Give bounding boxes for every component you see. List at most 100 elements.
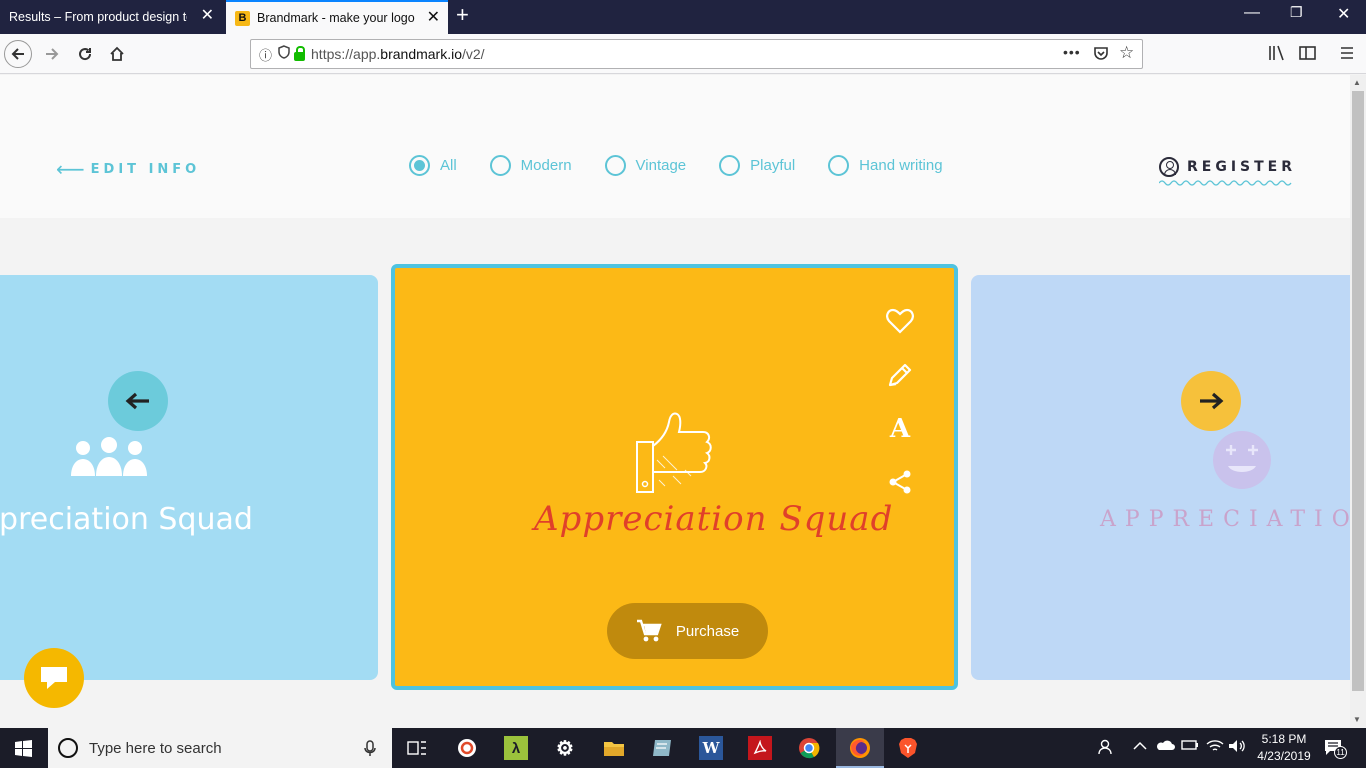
current-logo-text: Appreciation Squad [534,499,894,539]
people-group-icon [71,437,147,476]
back-icon[interactable] [4,40,32,68]
next-logo-button[interactable] [1181,371,1241,431]
filter-hand-writing[interactable]: Hand writing [828,155,943,176]
edit-info-label: EDIT INFO [90,161,201,177]
lambda-app-icon[interactable]: λ [504,736,528,760]
close-tab-icon[interactable]: ✕ [427,9,440,27]
style-filters: All Modern Vintage Playful Hand writing [409,155,976,176]
filter-playful[interactable]: Playful [719,155,795,176]
share-icon[interactable] [884,466,916,498]
scroll-down-icon[interactable]: ▼ [1353,715,1361,724]
cart-icon [636,619,662,642]
volume-icon[interactable] [1228,739,1246,756]
tab-brandmark[interactable]: B Brandmark - make your logo in ✕ [226,0,448,34]
window-close-icon[interactable]: ✕ [1337,4,1350,24]
logo-card-previous[interactable] [0,275,378,680]
menu-icon[interactable] [1339,45,1355,66]
radio[interactable] [828,155,850,176]
arrow-right-icon [1200,392,1224,410]
file-explorer-icon[interactable] [602,736,626,760]
thumbs-up-icon [636,412,712,493]
filter-label: Playful [750,157,796,174]
home-icon[interactable] [103,40,131,68]
pencil-icon[interactable] [884,359,916,391]
next-logo-text: APPRECIATION SQU [1100,507,1350,532]
search-placeholder: Type here to search [89,739,222,757]
notes-app-icon[interactable] [650,736,674,760]
radio[interactable] [489,155,511,176]
font-icon[interactable]: A [884,413,916,445]
wifi-icon[interactable] [1206,739,1224,756]
browser-tabbar: Results – From product design to d ✕ B B… [0,0,1366,34]
new-tab-icon[interactable]: + [456,2,469,28]
sidebar-icon[interactable] [1299,45,1317,66]
minimize-icon[interactable]: — [1244,4,1260,22]
brandmark-page: ⟵ EDIT INFO All Modern Vintage Playful H… [0,75,1350,727]
pocket-icon[interactable] [1093,46,1109,66]
acrobat-icon[interactable] [748,736,772,760]
register-link[interactable]: REGISTER [1159,157,1296,177]
radio[interactable] [719,155,741,176]
lock-icon [294,45,306,61]
chrome-icon[interactable] [797,736,821,760]
brave-icon[interactable] [896,736,920,760]
people-icon[interactable] [1097,739,1113,758]
scroll-up-icon[interactable]: ▲ [1353,78,1361,87]
restore-icon[interactable]: ❐ [1290,4,1303,21]
radio-checked[interactable] [409,155,430,176]
edit-info-link[interactable]: ⟵ EDIT INFO [56,157,200,181]
brandmark-favicon-icon: B [235,10,250,26]
bookmark-star-icon[interactable]: ☆ [1119,43,1134,63]
task-view-icon[interactable] [405,736,429,760]
wavy-underline [1159,180,1292,186]
tab-title: Brandmark - make your logo in [257,11,417,25]
onedrive-icon[interactable] [1155,739,1175,754]
filter-modern[interactable]: Modern [489,155,572,176]
user-icon [1159,157,1179,177]
notification-count-badge: 11 [1334,746,1347,759]
windows-start-icon[interactable] [15,740,32,762]
page-header: ⟵ EDIT INFO All Modern Vintage Playful H… [0,75,1350,218]
heart-icon[interactable] [884,305,916,337]
app-icon-1[interactable] [455,736,479,760]
filter-vintage[interactable]: Vintage [604,155,687,176]
url-bar[interactable]: ⓘ https://app.brandmark.io/v2/ ••• ☆ [250,39,1143,69]
tab-results[interactable]: Results – From product design to d ✕ [0,0,222,34]
system-clock[interactable]: 5:18 PM 4/23/2019 [1252,731,1316,765]
smiley-icon [1213,431,1271,489]
page-scrollbar[interactable]: ▲ ▼ [1350,75,1366,727]
filter-label: Vintage [635,157,687,174]
firefox-icon[interactable] [848,736,872,760]
logo-card-next[interactable] [971,275,1350,680]
forward-icon[interactable] [38,40,66,68]
chat-button[interactable] [24,648,84,708]
radio[interactable] [604,155,626,176]
purchase-label: Purchase [675,622,740,640]
reload-icon[interactable] [71,40,99,68]
arrow-left-icon: ⟵ [56,157,85,181]
previous-logo-text: ppreciation Squad [0,502,253,537]
action-center-icon[interactable]: 11 [1324,739,1347,760]
filter-label: Modern [520,157,572,174]
url-text: https://app.brandmark.io/v2/ [311,46,485,62]
taskbar-search[interactable]: Type here to search [48,728,392,768]
show-hidden-icons-icon[interactable] [1133,739,1147,754]
page-actions-icon[interactable]: ••• [1063,44,1081,60]
windows-taskbar: Type here to search λ ⚙ W 5:18 PM 4/23/2… [0,728,1366,768]
microphone-icon[interactable] [364,740,376,757]
arrow-left-icon [125,392,149,410]
scroll-thumb[interactable] [1352,91,1364,691]
purchase-button[interactable]: Purchase [607,603,768,659]
clock-time: 5:18 PM [1261,732,1307,746]
settings-gear-icon[interactable]: ⚙ [553,736,577,760]
close-tab-icon[interactable]: ✕ [201,7,214,25]
library-icon[interactable] [1268,45,1286,66]
battery-icon[interactable] [1181,739,1199,754]
clock-date: 4/23/2019 [1257,749,1311,763]
word-icon[interactable]: W [699,736,723,760]
register-label: REGISTER [1187,159,1297,175]
tracking-shield-icon[interactable] [278,44,290,64]
previous-logo-button[interactable] [108,371,168,431]
filter-all[interactable]: All [409,155,457,176]
info-icon[interactable]: ⓘ [259,45,272,64]
